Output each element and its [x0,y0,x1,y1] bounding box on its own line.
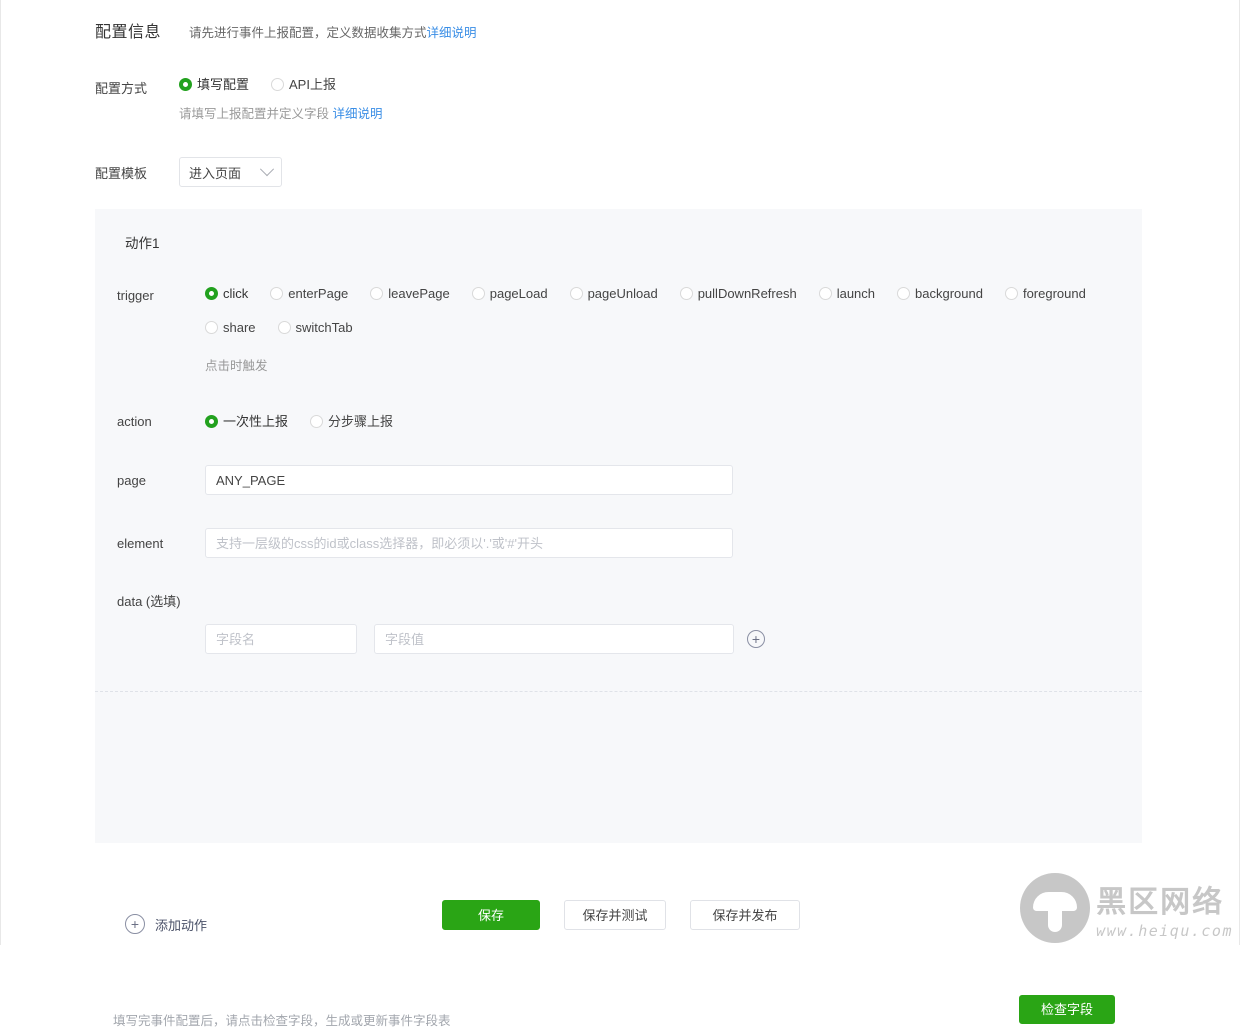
action-label: action [117,414,152,429]
action-option-once[interactable]: 一次性上报 [205,415,288,428]
data-field-value-input[interactable] [374,624,734,654]
config-template-label: 配置模板 [95,165,148,181]
bottom-button-bar: 保存 保存并测试 保存并发布 [1,900,1240,930]
section-header: 配置信息 请先进行事件上报配置，定义数据收集方式详细说明 [95,18,477,42]
config-method-label: 配置方式 [95,81,148,96]
element-input[interactable] [205,528,733,558]
save-and-test-button[interactable]: 保存并测试 [564,900,666,930]
trigger-option-launch[interactable]: launch [818,286,876,301]
trigger-option-click-label: click [223,286,249,301]
config-method-hint: 请填写上报配置并定义字段 详细说明 [179,103,383,122]
config-method-option-0[interactable]: 填写配置 [179,78,249,91]
config-template-select[interactable]: 进入页面 [179,157,282,187]
data-field-label-wrap: data (选填) [117,591,181,610]
trigger-option-share-label: share [223,320,256,335]
trigger-option-background[interactable]: background [897,287,983,300]
config-method-hint-link[interactable]: 详细说明 [333,107,383,121]
trigger-option-launch-label: launch [836,286,876,301]
trigger-option-enterpage[interactable]: enterPage [270,287,348,300]
trigger-option-pulldownrefresh[interactable]: pullDownRefresh [679,286,797,301]
action-option-stepwise-label: 分步骤上报 [328,414,394,429]
trigger-option-leavepage-label: leavePage [388,286,450,301]
header-detail-link[interactable]: 详细说明 [427,26,477,40]
config-method-option-1-label: API上报 [289,77,336,92]
element-field-row: element [117,528,733,558]
config-method-row: 配置方式 填写配置 API上报 请填写上报配置并定义字段 详细说明 [95,78,383,122]
config-method-option-0-label: 填写配置 [197,77,250,92]
trigger-option-switchtab[interactable]: switchTab [277,320,353,335]
trigger-radio-group-line1: click enterPage leavePage pageLoad pageU… [205,287,1095,300]
page-subtitle: 请先进行事件上报配置，定义数据收集方式详细说明 [189,22,477,41]
radio-dot-icon [679,287,693,300]
page-subtitle-text: 请先进行事件上报配置，定义数据收集方式 [189,26,427,40]
config-method-option-1[interactable]: API上报 [271,78,336,91]
radio-dot-icon [205,321,218,334]
page-field-row: page [117,465,733,495]
action-option-stepwise[interactable]: 分步骤上报 [310,415,393,428]
trigger-radio-group-line2: share switchTab [205,321,1095,334]
radio-dot-icon [897,287,911,300]
page-title: 配置信息 [95,24,162,41]
trigger-option-switchtab-label: switchTab [295,320,353,335]
add-data-field-plus-circle-icon[interactable]: + [747,630,765,648]
config-method-radio-group: 填写配置 API上报 [179,78,383,91]
data-field-label: data (选填) [117,594,181,609]
action-radio-group: 一次性上报 分步骤上报 [205,415,415,428]
page-input[interactable] [205,465,733,495]
chevron-down-icon [259,162,275,177]
config-template-selected-value: 进入页面 [189,165,242,181]
radio-dot-icon [569,287,583,300]
trigger-option-foreground-label: foreground [1022,286,1086,301]
radio-dot-icon [818,287,832,300]
trigger-option-share[interactable]: share [205,321,256,334]
radio-dot-icon [205,287,218,300]
trigger-option-foreground[interactable]: foreground [1004,286,1086,301]
trigger-option-pageload[interactable]: pageLoad [471,286,548,301]
trigger-hint: 点击时触发 [205,359,268,373]
radio-dot-icon [370,287,384,300]
trigger-option-pageunload-label: pageUnload [587,286,658,301]
check-fields-button[interactable]: 检查字段 [1019,995,1115,1024]
trigger-option-click[interactable]: click [205,287,248,300]
data-field-name-input[interactable] [205,624,357,654]
trigger-option-pageunload[interactable]: pageUnload [569,286,658,301]
trigger-option-leavepage[interactable]: leavePage [370,286,450,301]
radio-dot-icon [310,415,324,428]
action-option-once-label: 一次性上报 [223,414,289,429]
trigger-option-background-label: background [915,286,983,301]
radio-dot-icon [471,287,485,300]
action-row: action 一次性上报 分步骤上报 [117,414,415,429]
radio-dot-icon [1004,287,1018,300]
trigger-option-pageload-label: pageLoad [489,286,548,301]
config-template-row: 配置模板 进入页面 [95,157,282,187]
element-field-label: element [117,535,164,551]
trigger-option-pulldownrefresh-label: pullDownRefresh [697,286,797,301]
data-field-row: + [205,624,765,654]
trigger-option-enterpage-label: enterPage [288,286,349,301]
radio-dot-icon [179,78,192,91]
card-divider [95,691,1142,692]
trigger-row: trigger click enterPage leavePage pageLo… [117,287,1095,374]
save-and-publish-button[interactable]: 保存并发布 [690,900,800,930]
page-field-label: page [117,472,146,488]
trigger-label: trigger [117,288,154,303]
card-footer-note: 填写完事件配置后，请点击检查字段，生成或更新事件字段表 [113,1014,451,1028]
radio-dot-icon [277,321,291,334]
action-card-title: 动作1 [125,236,160,251]
action-card: 动作1 trigger click enterPage leavePage pa… [95,209,1142,1028]
config-method-hint-text: 请填写上报配置并定义字段 [179,107,330,121]
save-button[interactable]: 保存 [442,900,540,930]
radio-dot-icon [271,78,285,91]
page-root: 配置信息 请先进行事件上报配置，定义数据收集方式详细说明 配置方式 填写配置 A… [0,0,1240,1028]
radio-dot-icon [270,287,284,300]
radio-dot-icon [205,415,218,428]
